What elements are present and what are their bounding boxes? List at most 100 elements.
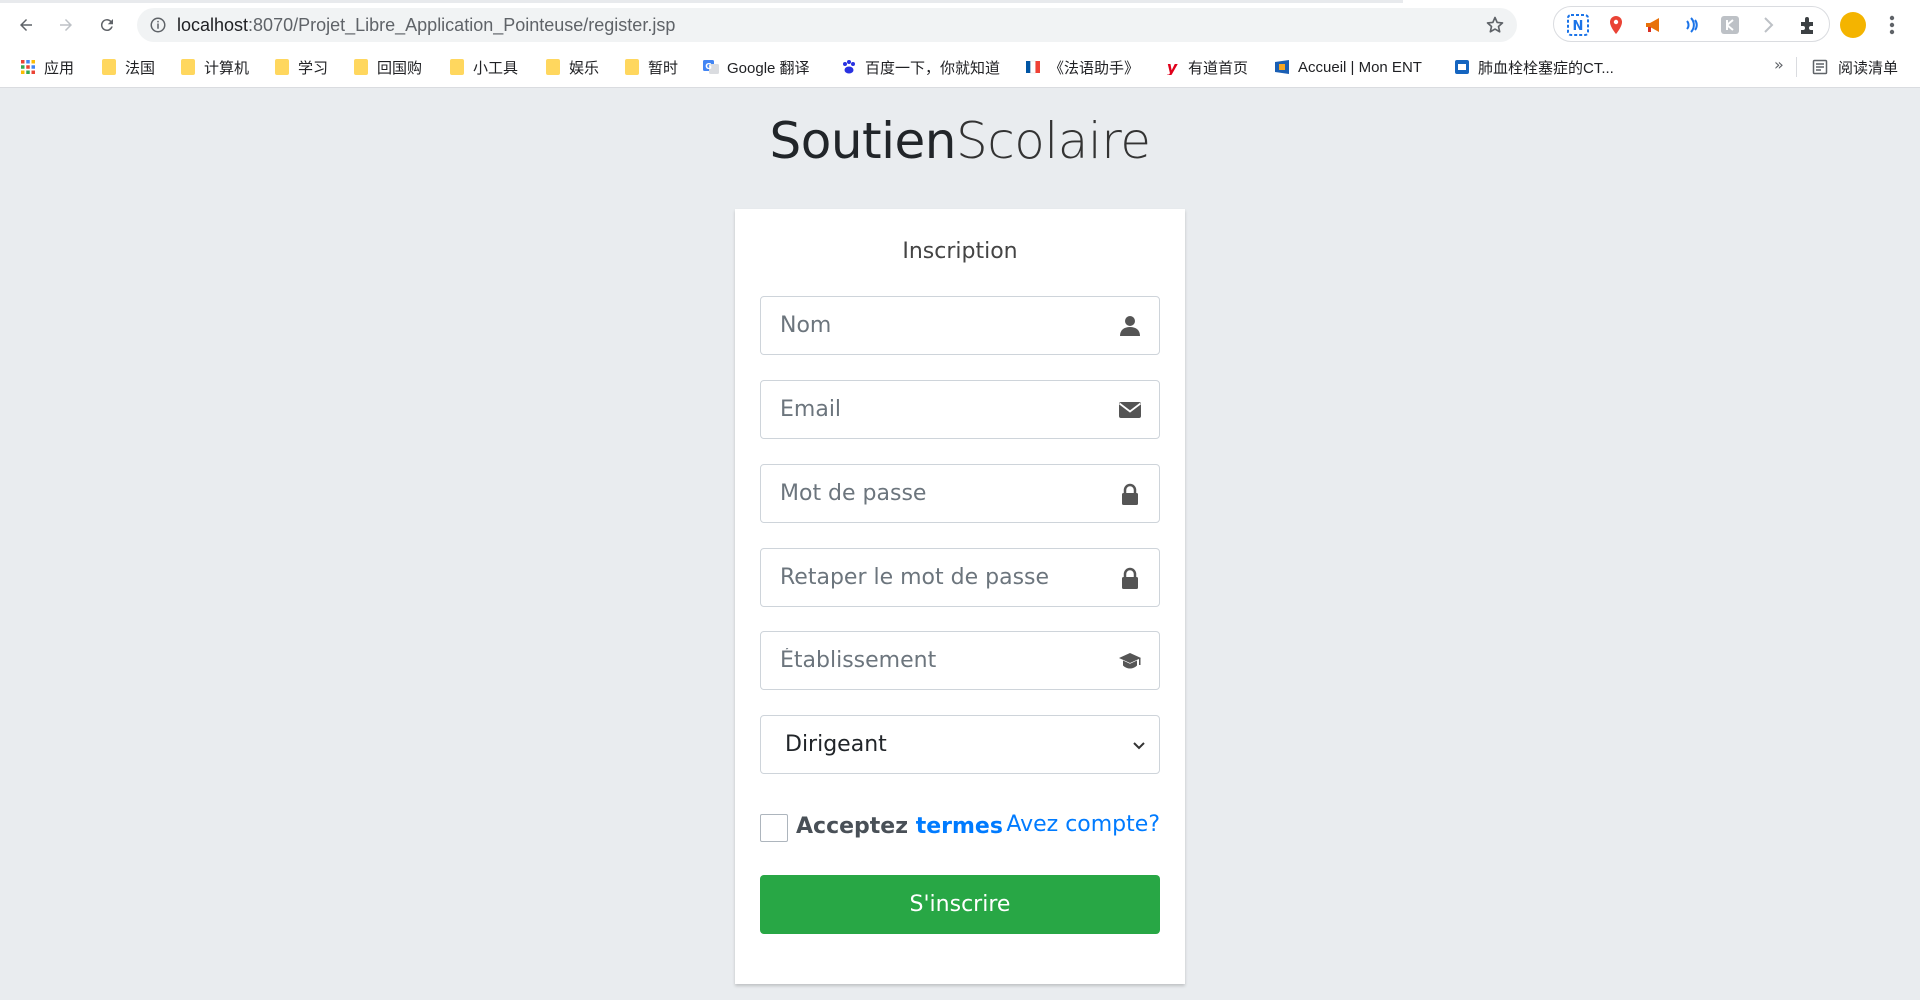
folder-icon — [624, 59, 640, 75]
extension-wave-icon[interactable] — [1681, 14, 1703, 36]
terms-row: Acceptez termes Avez compte? — [760, 806, 1160, 846]
svg-text:N: N — [1573, 19, 1584, 34]
url-path: :8070/Projet_Libre_Application_Pointeuse… — [248, 15, 676, 35]
email-input[interactable] — [761, 381, 1101, 438]
bookmark-star-icon[interactable] — [1485, 15, 1505, 35]
chevron-down-icon — [1133, 742, 1145, 750]
bookmark-folder[interactable]: 小工具 — [449, 47, 518, 87]
info-icon[interactable] — [149, 16, 167, 34]
bookmark-label: 回国购 — [377, 59, 423, 77]
brand-bold: Soutien — [769, 112, 957, 170]
nom-field — [760, 296, 1160, 355]
accept-terms-checkbox[interactable] — [760, 814, 788, 842]
apps-grid-icon — [20, 59, 36, 75]
form-title: Inscription — [902, 239, 1018, 264]
password-confirm-input[interactable] — [761, 549, 1101, 606]
bookmark-item[interactable]: 应用 — [20, 47, 74, 87]
extension-megaphone-icon[interactable] — [1643, 14, 1665, 36]
lock-icon — [1117, 566, 1143, 590]
google-translate-icon: G — [703, 59, 719, 75]
url-text: localhost:8070/Projet_Libre_Application_… — [177, 8, 675, 42]
browser-toolbar: localhost:8070/Projet_Libre_Application_… — [0, 3, 1920, 47]
bookmark-item[interactable]: G Google 翻译 — [703, 47, 810, 87]
reading-list-button[interactable]: 阅读清单 — [1812, 47, 1898, 87]
arrow-left-icon — [20, 19, 32, 31]
bookmark-label: 学习 — [298, 59, 329, 77]
bookmark-folder[interactable]: 法国 — [101, 47, 155, 87]
youdao-icon: y — [1164, 59, 1180, 75]
user-icon — [1117, 314, 1143, 338]
bookmark-label: 《法语助手》 — [1049, 59, 1140, 77]
bookmark-label: 娱乐 — [569, 59, 600, 77]
bookmark-label: Accueil | Mon ENT — [1298, 58, 1422, 76]
role-select[interactable]: Dirigeant — [760, 715, 1160, 774]
folder-icon — [353, 59, 369, 75]
forward-button[interactable] — [52, 11, 80, 39]
bookmarks-bar: 应用 法国 计算机 学习 回国购 小工具 娱乐 暂时 G Google 翻译 百… — [0, 47, 1920, 87]
register-submit-button[interactable]: S'inscrire — [760, 875, 1160, 934]
password-confirm-field — [760, 548, 1160, 607]
reload-button[interactable] — [93, 11, 121, 39]
bookmark-label: 法国 — [125, 59, 156, 77]
extension-gray-icon[interactable] — [1719, 14, 1741, 36]
school-field — [760, 631, 1160, 690]
bookmark-label: 小工具 — [473, 59, 519, 77]
extension-n-icon[interactable]: N — [1567, 14, 1589, 36]
bookmark-item[interactable]: 百度一下，你就知道 — [841, 47, 1000, 87]
bookmark-label: 有道首页 — [1188, 59, 1249, 77]
address-bar[interactable]: localhost:8070/Projet_Libre_Application_… — [137, 8, 1517, 42]
folder-icon — [274, 59, 290, 75]
extension-map-pin-icon[interactable] — [1605, 14, 1627, 36]
bookmark-label: 暂时 — [648, 59, 679, 77]
reload-icon — [100, 19, 113, 32]
envelope-icon — [1117, 398, 1143, 422]
role-select-value: Dirigeant — [785, 732, 887, 757]
frdic-icon — [1025, 59, 1041, 75]
bookmark-item[interactable]: y 有道首页 — [1164, 47, 1248, 87]
brand-title: SoutienScolaire — [0, 112, 1920, 170]
url-host: localhost — [177, 15, 249, 35]
ent-icon — [1274, 59, 1290, 75]
bookmark-label: 应用 — [44, 59, 75, 77]
folder-icon — [101, 59, 117, 75]
bookmarks-separator — [1796, 57, 1797, 77]
school-input[interactable] — [761, 632, 1101, 689]
bookmark-item[interactable]: 《法语助手》 — [1025, 47, 1139, 87]
bookmark-label: Google 翻译 — [727, 59, 810, 77]
accept-terms-label: Acceptez termes — [796, 814, 1003, 839]
menu-kebab-icon[interactable] — [1882, 11, 1902, 39]
svg-text:y: y — [1167, 59, 1178, 75]
extension-chevron-icon[interactable] — [1757, 14, 1779, 36]
bookmark-folder[interactable]: 学习 — [274, 47, 328, 87]
password-field — [760, 464, 1160, 523]
folder-icon — [180, 59, 196, 75]
bookmark-folder[interactable]: 暂时 — [624, 47, 678, 87]
bookmark-folder[interactable]: 计算机 — [180, 47, 249, 87]
arrow-right-icon — [60, 19, 72, 31]
journal-icon — [1454, 59, 1470, 75]
email-field — [760, 380, 1160, 439]
bookmark-label: 肺血栓栓塞症的CT... — [1478, 59, 1614, 77]
folder-icon — [449, 59, 465, 75]
bookmark-folder[interactable]: 回国购 — [353, 47, 422, 87]
password-input[interactable] — [761, 465, 1101, 522]
brand-light: Scolaire — [956, 112, 1151, 170]
bookmark-label: 计算机 — [204, 59, 250, 77]
svg-text:G: G — [705, 62, 712, 71]
bookmark-item[interactable]: Accueil | Mon ENT — [1274, 47, 1422, 87]
reading-list-label: 阅读清单 — [1838, 59, 1899, 77]
reading-list-icon — [1812, 59, 1828, 75]
more-bookmarks-button[interactable]: » — [1774, 55, 1784, 74]
have-account-link[interactable]: Avez compte? — [1006, 812, 1160, 837]
extensions-puzzle-icon[interactable] — [1797, 14, 1819, 36]
nom-input[interactable] — [761, 297, 1101, 354]
bookmark-folder[interactable]: 娱乐 — [545, 47, 599, 87]
register-card: Inscription Dirigeant Acce — [735, 209, 1185, 984]
accept-text: Acceptez — [796, 814, 909, 839]
terms-link[interactable]: termes — [916, 814, 1003, 839]
profile-avatar-icon[interactable] — [1840, 12, 1866, 38]
extensions-area: N — [1553, 6, 1830, 42]
back-button[interactable] — [12, 11, 40, 39]
bookmark-item[interactable]: 肺血栓栓塞症的CT... — [1454, 47, 1614, 87]
bookmark-label: 百度一下，你就知道 — [865, 59, 1001, 77]
